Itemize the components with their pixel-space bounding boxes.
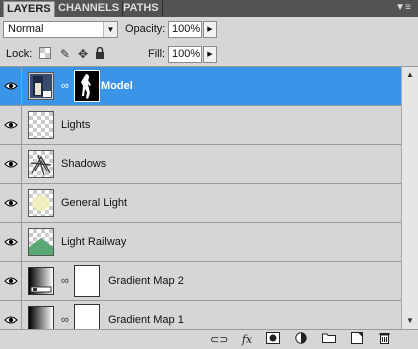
eye-icon — [4, 82, 18, 90]
layer-row-general-light[interactable]: General Light — [0, 184, 401, 223]
blend-mode-value: Normal — [8, 23, 44, 35]
tab-paths[interactable]: PATHS — [120, 1, 163, 17]
add-mask-icon[interactable] — [264, 332, 282, 348]
layer-row-model[interactable]: ∞ Model — [0, 67, 401, 106]
layers-bottom-toolbar: ⊂⊃ fx — [0, 329, 418, 349]
visibility-toggle[interactable] — [0, 67, 22, 105]
lock-position-icon[interactable]: ✥ — [76, 47, 90, 61]
group-icon[interactable] — [320, 332, 338, 348]
scroll-down-arrow-icon[interactable]: ▼ — [402, 313, 418, 329]
visibility-toggle[interactable] — [0, 301, 22, 329]
opacity-slider-button[interactable]: ▶ — [203, 21, 217, 38]
eye-icon — [4, 160, 18, 168]
scroll-up-arrow-icon[interactable]: ▲ — [402, 67, 418, 83]
lock-all-icon[interactable] — [93, 46, 107, 61]
layer-thumbnail[interactable] — [28, 189, 54, 217]
eye-icon — [4, 277, 18, 285]
trash-icon[interactable] — [375, 332, 393, 348]
layer-list: ∞ Model Lights Shadows General Light Lig… — [0, 67, 401, 329]
layer-mask-thumbnail[interactable] — [74, 304, 100, 329]
fill-slider-button[interactable]: ▶ — [203, 46, 217, 63]
lock-transparency-icon[interactable] — [38, 47, 52, 61]
visibility-toggle[interactable] — [0, 106, 22, 144]
layer-thumbnail[interactable] — [28, 72, 54, 100]
eye-icon — [4, 199, 18, 207]
layer-row-lights[interactable]: Lights — [0, 106, 401, 145]
mask-link-icon[interactable]: ∞ — [61, 275, 69, 287]
new-layer-icon[interactable] — [348, 332, 366, 348]
blend-options-row: Normal ▼ Opacity: 100% ▶ — [0, 17, 418, 42]
tab-channels[interactable]: CHANNELS — [55, 1, 124, 17]
opacity-field[interactable]: 100% — [168, 21, 202, 38]
visibility-toggle[interactable] — [0, 223, 22, 261]
eye-icon — [4, 121, 18, 129]
visibility-toggle[interactable] — [0, 184, 22, 222]
lock-label: Lock: — [6, 48, 33, 60]
layer-name[interactable]: General Light — [61, 184, 127, 222]
lock-fill-row: Lock: ✎ ✥ Fill: 100% ▶ — [0, 42, 418, 67]
layer-row-gradient-map-2[interactable]: ∞ Gradient Map 2 — [0, 262, 401, 301]
link-icon[interactable]: ⊂⊃ — [210, 332, 228, 348]
visibility-toggle[interactable] — [0, 145, 22, 183]
layer-name[interactable]: Gradient Map 2 — [108, 262, 184, 300]
layer-mask-thumbnail[interactable] — [74, 70, 100, 102]
layer-thumbnail[interactable] — [28, 111, 54, 139]
eye-icon — [4, 238, 18, 246]
mask-link-icon[interactable]: ∞ — [61, 80, 69, 92]
fill-label: Fill: — [148, 48, 166, 60]
opacity-label: Opacity: — [125, 23, 166, 35]
layer-name[interactable]: Shadows — [61, 145, 106, 183]
layer-row-light-railway[interactable]: Light Railway — [0, 223, 401, 262]
adjustment-thumbnail[interactable] — [28, 306, 54, 329]
lock-pixels-icon[interactable]: ✎ — [58, 47, 72, 61]
panel-tab-bar: LAYERS CHANNELS PATHS ▼≡ — [0, 0, 418, 17]
layers-scrollbar[interactable]: ▲ ▼ — [401, 67, 418, 329]
layer-thumbnail[interactable] — [28, 150, 54, 178]
visibility-toggle[interactable] — [0, 262, 22, 300]
mask-link-icon[interactable]: ∞ — [61, 314, 69, 326]
panel-menu-icon[interactable]: ▼≡ — [394, 1, 412, 15]
adjustment-icon[interactable] — [292, 332, 310, 348]
layer-row-shadows[interactable]: Shadows — [0, 145, 401, 184]
layer-name[interactable]: Lights — [61, 106, 90, 144]
layer-name[interactable]: Gradient Map 1 — [108, 301, 184, 329]
layer-mask-thumbnail[interactable] — [74, 265, 100, 297]
tab-layers[interactable]: LAYERS — [3, 1, 55, 17]
chevron-down-icon: ▼ — [103, 22, 117, 37]
blend-mode-select[interactable]: Normal ▼ — [3, 21, 118, 38]
fill-field[interactable]: 100% — [168, 46, 202, 63]
adjustment-thumbnail[interactable] — [28, 267, 54, 295]
layer-row-gradient-map-1[interactable]: ∞ Gradient Map 1 — [0, 301, 401, 329]
layer-name[interactable]: Model — [101, 67, 133, 105]
layer-name[interactable]: Light Railway — [61, 223, 126, 261]
fx-icon[interactable]: fx — [238, 332, 256, 348]
eye-icon — [4, 316, 18, 324]
layer-thumbnail[interactable] — [28, 228, 54, 256]
